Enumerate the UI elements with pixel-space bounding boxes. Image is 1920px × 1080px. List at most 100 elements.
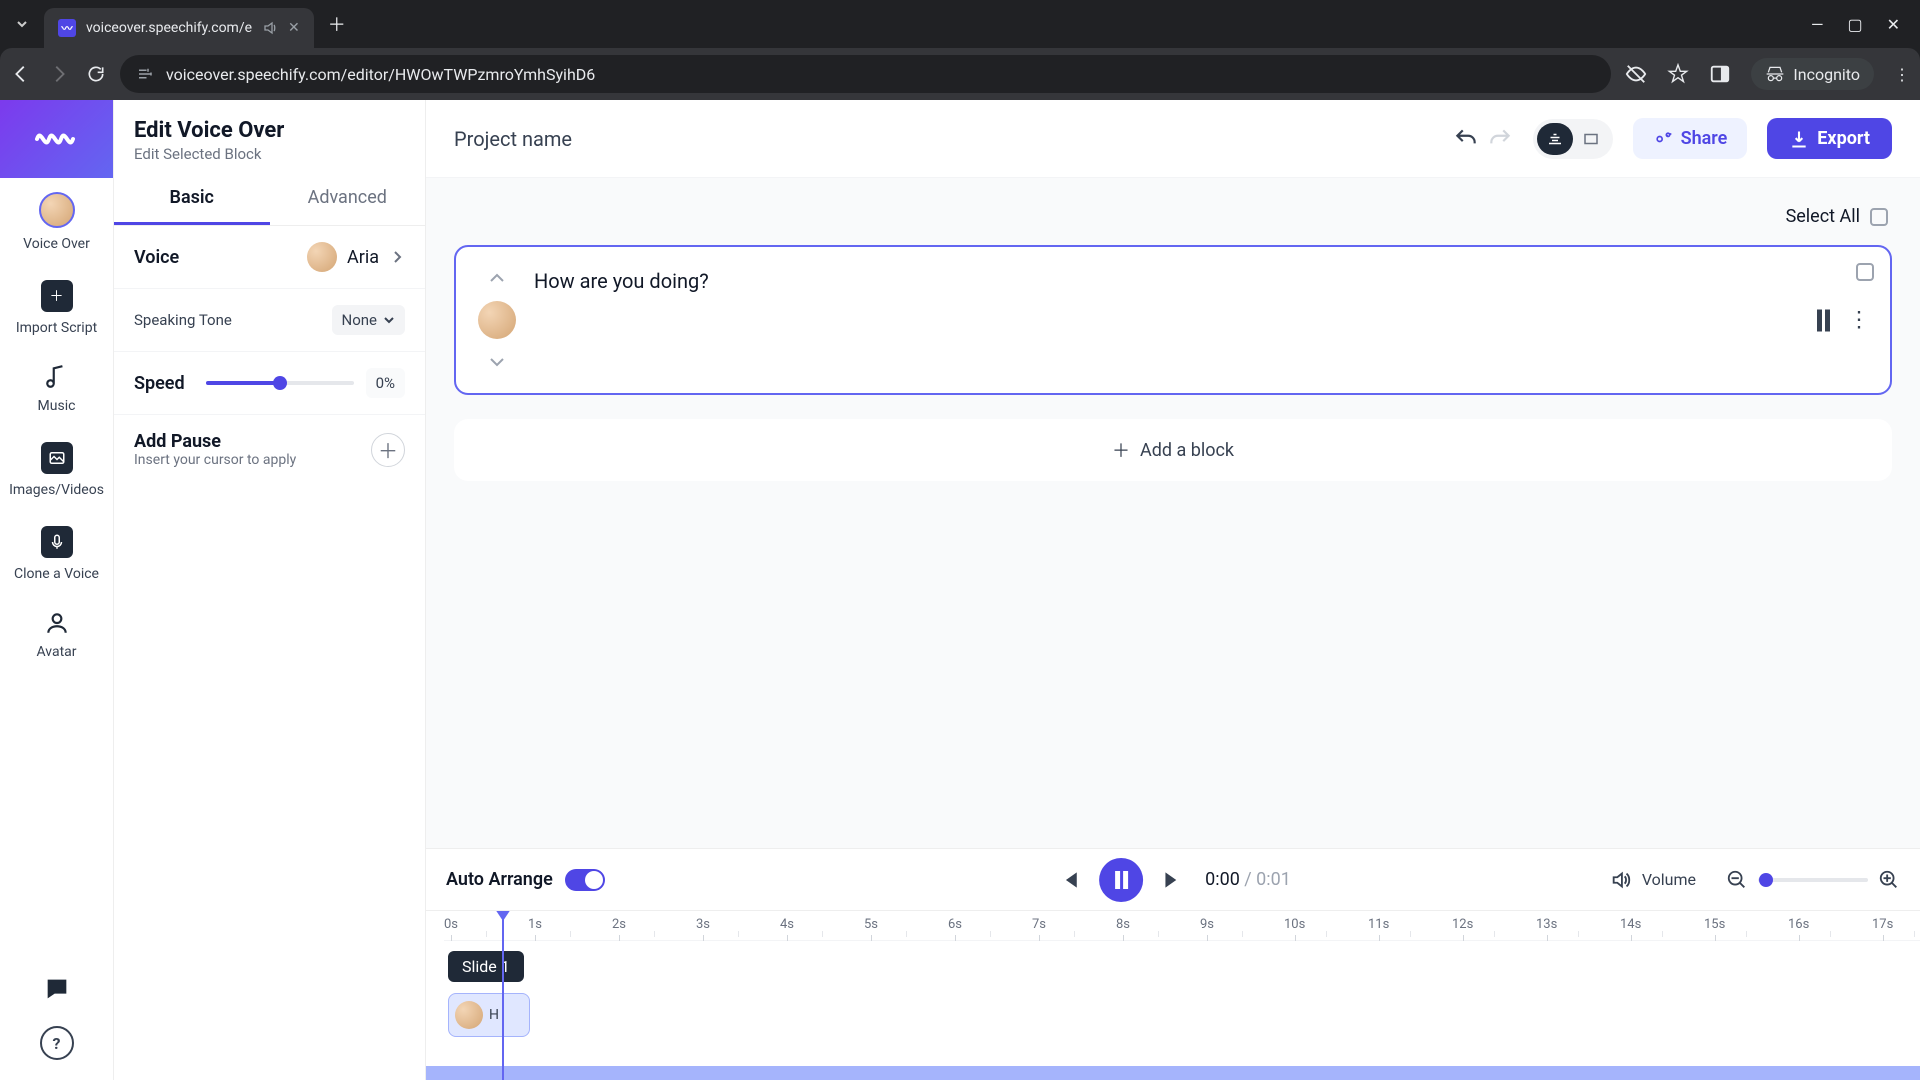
sidebar-item-voice-over[interactable]: Voice Over: [0, 178, 113, 266]
ruler-tick: 11s: [1368, 917, 1389, 932]
back-button[interactable]: [10, 63, 32, 85]
chat-icon[interactable]: [40, 972, 74, 1006]
add-pause-button[interactable]: ＋: [371, 433, 405, 467]
block-checkbox[interactable]: [1856, 263, 1874, 281]
block-menu-icon[interactable]: ⋮: [1848, 308, 1870, 333]
chevron-right-icon: [389, 249, 405, 265]
ruler-tick: 14s: [1620, 917, 1641, 932]
slide-label[interactable]: Slide 1: [448, 951, 524, 982]
tab-close-icon[interactable]: ✕: [288, 20, 300, 36]
select-all-checkbox[interactable]: [1870, 208, 1888, 226]
sidebar-item-import-script[interactable]: ＋ Import Script: [0, 266, 113, 350]
pause-icon: [1115, 871, 1128, 889]
address-bar[interactable]: voiceover.speechify.com/editor/HWOwTWPzm…: [120, 55, 1611, 93]
timeline-ruler[interactable]: 0s1s2s3s4s5s6s7s8s9s10s11s12s13s14s15s16…: [444, 911, 1920, 941]
ruler-tick: 17s: [1872, 917, 1893, 932]
sidebar-label: Avatar: [36, 644, 76, 660]
sidebar-item-images-videos[interactable]: Images/Videos: [0, 428, 113, 512]
select-all-button[interactable]: Select All: [454, 198, 1892, 245]
block-voice-avatar[interactable]: [478, 301, 516, 339]
browser-tab[interactable]: 〰 voiceover.speechify.com/e ✕: [44, 8, 314, 48]
timeline-scrollbar[interactable]: [426, 1066, 1920, 1080]
sidebar-item-music[interactable]: Music: [0, 350, 113, 428]
pause-help: Insert your cursor to apply: [134, 452, 296, 468]
new-tab-button[interactable]: ＋: [328, 11, 346, 37]
tab-advanced[interactable]: Advanced: [270, 173, 426, 225]
view-toggle: [1533, 119, 1613, 159]
export-button[interactable]: Export: [1767, 118, 1892, 159]
volume-label: Volume: [1642, 870, 1696, 889]
add-block-button[interactable]: ＋ Add a block: [454, 419, 1892, 481]
playhead[interactable]: [502, 911, 504, 1080]
move-up-icon[interactable]: [487, 269, 507, 289]
ruler-tick: 10s: [1284, 917, 1305, 932]
auto-arrange-toggle[interactable]: [565, 869, 605, 891]
reload-button[interactable]: [86, 64, 106, 84]
volume-icon[interactable]: [1610, 869, 1632, 891]
plus-icon: ＋: [41, 280, 73, 312]
canvas-area: Select All How are you doing? ⋮: [426, 178, 1920, 848]
move-down-icon[interactable]: [487, 351, 507, 371]
zoom-in-button[interactable]: [1878, 869, 1900, 891]
view-slides-button[interactable]: [1573, 123, 1609, 155]
tab-search-dropdown[interactable]: [8, 10, 36, 38]
help-icon[interactable]: ?: [40, 1026, 74, 1060]
app-logo[interactable]: [0, 100, 113, 178]
play-pause-button[interactable]: [1099, 858, 1143, 902]
ruler-tick: 6s: [948, 917, 962, 932]
sidebar-label: Images/Videos: [9, 482, 104, 498]
person-icon: [44, 610, 70, 636]
sidebar-item-avatar[interactable]: Avatar: [0, 596, 113, 674]
plus-icon: ＋: [1112, 437, 1130, 463]
ruler-tick: 2s: [612, 917, 626, 932]
speed-slider[interactable]: [206, 381, 354, 385]
share-button[interactable]: Share: [1633, 118, 1748, 159]
skip-next-button[interactable]: [1161, 867, 1187, 893]
project-name[interactable]: Project name: [454, 127, 1453, 151]
tab-audio-icon[interactable]: [262, 20, 278, 36]
sidebar-item-clone-voice[interactable]: Clone a Voice: [0, 512, 113, 596]
skip-previous-button[interactable]: [1055, 867, 1081, 893]
tab-basic[interactable]: Basic: [114, 173, 270, 225]
ruler-tick: 15s: [1704, 917, 1725, 932]
voice-selector[interactable]: Aria: [307, 242, 405, 272]
ruler-tick: 13s: [1536, 917, 1557, 932]
download-icon: [1789, 129, 1809, 149]
browser-titlebar: 〰 voiceover.speechify.com/e ✕ ＋ — ▢ ✕: [0, 0, 1920, 48]
tone-selector[interactable]: None: [332, 305, 406, 335]
minimize-icon[interactable]: —: [1811, 15, 1824, 34]
view-list-button[interactable]: [1537, 123, 1573, 155]
speed-row: Speed 0%: [114, 352, 425, 415]
clip-avatar-icon: [455, 1001, 483, 1029]
incognito-badge[interactable]: Incognito: [1751, 58, 1874, 90]
voice-block[interactable]: How are you doing? ⋮: [454, 245, 1892, 395]
zoom-out-button[interactable]: [1726, 869, 1748, 891]
zoom-slider[interactable]: [1758, 878, 1868, 882]
tone-label: Speaking Tone: [134, 311, 232, 329]
image-icon: [41, 442, 73, 474]
ruler-tick: 1s: [528, 917, 542, 932]
playback-bar: Auto Arrange 0:00 / 0:01: [426, 848, 1920, 910]
timeline-clip[interactable]: H: [448, 993, 530, 1037]
maximize-icon[interactable]: ▢: [1847, 15, 1862, 34]
undo-button[interactable]: [1453, 126, 1479, 152]
logo-wave-icon: [33, 115, 81, 163]
site-settings-icon[interactable]: [136, 65, 154, 83]
panel-title: Edit Voice Over: [134, 118, 405, 143]
sidebar-label: Import Script: [16, 320, 97, 336]
tracking-icon[interactable]: [1625, 63, 1647, 85]
incognito-label: Incognito: [1793, 65, 1860, 84]
block-pause-icon[interactable]: [1817, 309, 1830, 331]
music-note-icon: [44, 364, 70, 390]
browser-menu-icon[interactable]: ⋮: [1894, 65, 1910, 84]
close-window-icon[interactable]: ✕: [1887, 15, 1900, 34]
block-text-input[interactable]: How are you doing?: [534, 269, 1868, 371]
sidepanel-icon[interactable]: [1709, 63, 1731, 85]
auto-arrange-label: Auto Arrange: [446, 869, 553, 890]
timeline[interactable]: 0s1s2s3s4s5s6s7s8s9s10s11s12s13s14s15s16…: [426, 910, 1920, 1080]
bookmark-icon[interactable]: [1667, 63, 1689, 85]
browser-toolbar: voiceover.speechify.com/editor/HWOwTWPzm…: [0, 48, 1920, 100]
sidebar-label: Clone a Voice: [14, 566, 99, 582]
sidebar-label: Music: [38, 398, 76, 414]
window-controls: — ▢ ✕: [1811, 15, 1912, 34]
